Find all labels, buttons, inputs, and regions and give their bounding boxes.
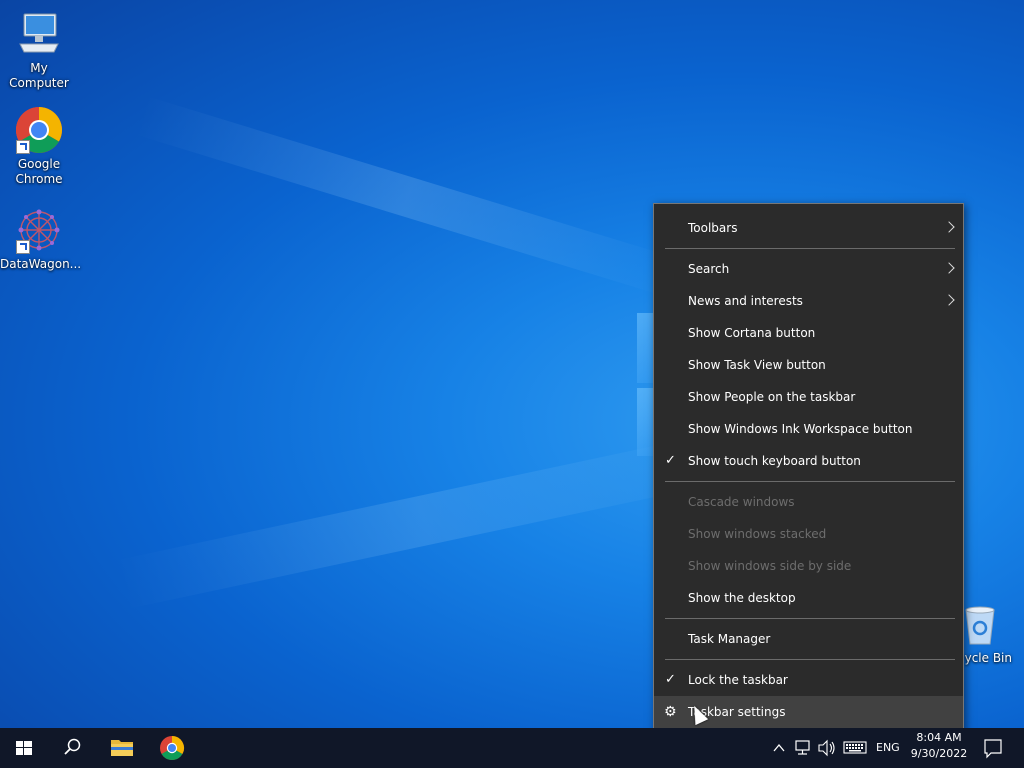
desktop-icon-label: DataWagon... — [0, 257, 82, 271]
menu-separator — [665, 659, 955, 660]
taskbar-file-explorer[interactable] — [98, 728, 146, 768]
search-button[interactable] — [48, 728, 96, 768]
chrome-icon — [15, 106, 63, 154]
menu-item-label: Lock the taskbar — [688, 673, 788, 687]
menu-item-task-manager[interactable]: Task Manager — [654, 623, 963, 655]
menu-separator — [665, 248, 955, 249]
menu-item-label: Search — [688, 262, 730, 276]
menu-item-show-windows-side-by-side: Show windows side by side — [654, 550, 963, 582]
search-icon — [64, 738, 81, 755]
desktop-icon-label: Google Chrome — [15, 157, 63, 186]
menu-item-show-people[interactable]: Show People on the taskbar — [654, 381, 963, 413]
menu-item-label: Show windows side by side — [688, 559, 852, 573]
shortcut-arrow-icon — [16, 240, 30, 254]
clock[interactable]: 8:04 AM 9/30/2022 — [906, 730, 972, 762]
language-indicator[interactable]: ENG — [876, 741, 900, 754]
wallpaper-beam — [114, 431, 732, 610]
checkmark-icon: ✓ — [665, 453, 676, 468]
menu-item-label: Show Task View button — [688, 358, 826, 372]
desktop-icon-my-computer[interactable]: My Computer — [0, 10, 78, 91]
menu-item-show-ink-workspace[interactable]: Show Windows Ink Workspace button — [654, 413, 963, 445]
datawagon-icon — [15, 206, 63, 254]
taskbar-google-chrome[interactable] — [148, 728, 196, 768]
chevron-right-icon — [943, 294, 955, 306]
menu-item-show-touch-keyboard[interactable]: ✓ Show touch keyboard button — [654, 445, 963, 477]
notification-icon — [984, 739, 1002, 759]
desktop-icon-google-chrome[interactable]: Google Chrome — [0, 106, 78, 187]
menu-item-label: Show Windows Ink Workspace button — [688, 422, 913, 436]
action-center-button[interactable] — [978, 728, 1008, 768]
wallpaper-beam — [134, 95, 682, 298]
menu-item-show-cortana-button[interactable]: Show Cortana button — [654, 317, 963, 349]
menu-item-news-and-interests[interactable]: News and interests — [654, 285, 963, 317]
chevron-right-icon — [943, 262, 955, 274]
menu-item-label: Cascade windows — [688, 495, 795, 509]
menu-item-label: Show People on the taskbar — [688, 390, 856, 404]
menu-item-toolbars[interactable]: Toolbars — [654, 212, 963, 244]
gear-icon: ⚙ — [664, 704, 677, 720]
clock-time: 8:04 AM — [916, 731, 962, 744]
network-icon — [795, 740, 810, 755]
folder-icon — [111, 740, 133, 756]
taskbar-context-menu: Toolbars Search News and interests Show … — [653, 203, 964, 735]
menu-item-show-windows-stacked: Show windows stacked — [654, 518, 963, 550]
keyboard-icon — [843, 741, 867, 754]
computer-icon — [15, 10, 63, 58]
menu-item-label: News and interests — [688, 294, 803, 308]
menu-separator — [665, 618, 955, 619]
menu-separator — [665, 481, 955, 482]
menu-item-label: Toolbars — [688, 221, 738, 235]
network-tray-button[interactable] — [792, 728, 814, 768]
chevron-up-icon — [773, 743, 785, 752]
menu-item-label: Show windows stacked — [688, 527, 827, 541]
menu-item-lock-the-taskbar[interactable]: ✓ Lock the taskbar — [654, 664, 963, 696]
menu-item-show-task-view-button[interactable]: Show Task View button — [654, 349, 963, 381]
speaker-icon — [818, 739, 835, 757]
checkmark-icon: ✓ — [665, 672, 676, 687]
menu-item-cascade-windows: Cascade windows — [654, 486, 963, 518]
shortcut-arrow-icon — [16, 140, 30, 154]
chrome-icon — [160, 736, 185, 761]
taskbar[interactable]: ENG 8:04 AM 9/30/2022 — [0, 728, 1024, 768]
menu-item-label: Show touch keyboard button — [688, 454, 861, 468]
windows-logo-icon — [16, 741, 32, 755]
show-hidden-icons-button[interactable] — [768, 728, 790, 768]
menu-item-label: Task Manager — [688, 632, 771, 646]
menu-item-search[interactable]: Search — [654, 253, 963, 285]
clock-date: 9/30/2022 — [910, 747, 968, 760]
desktop-icon-label: My Computer — [9, 61, 69, 90]
menu-item-label: Show Cortana button — [688, 326, 816, 340]
chevron-right-icon — [943, 221, 955, 233]
desktop-icon-datawagon[interactable]: DataWagon... — [0, 206, 82, 272]
volume-tray-button[interactable] — [816, 728, 838, 768]
menu-item-label: Show the desktop — [688, 591, 796, 605]
menu-item-show-the-desktop[interactable]: Show the desktop — [654, 582, 963, 614]
start-button[interactable] — [0, 728, 48, 768]
touch-keyboard-button[interactable] — [842, 728, 868, 768]
